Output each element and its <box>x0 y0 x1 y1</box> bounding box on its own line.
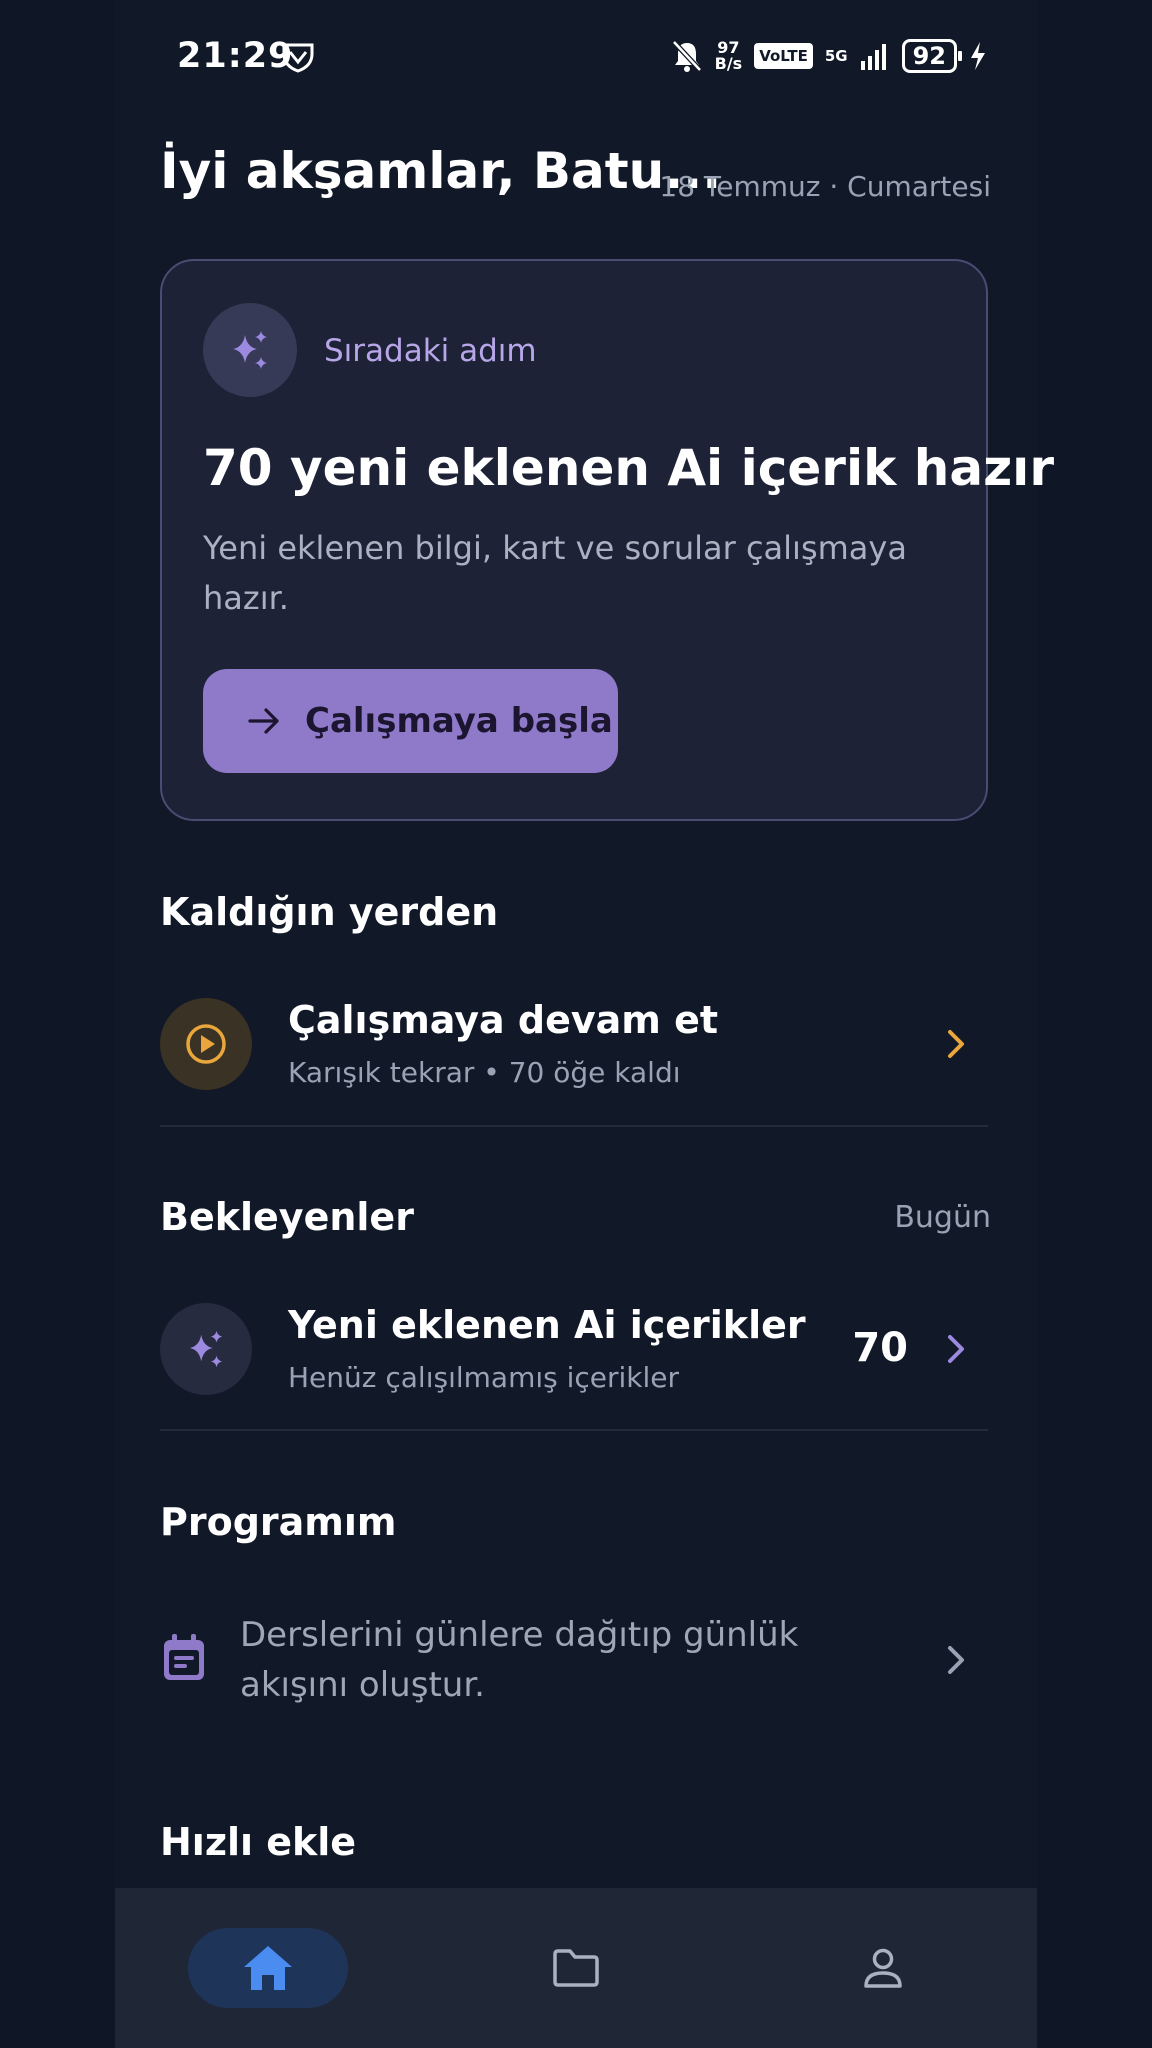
start-studying-button[interactable]: Çalışmaya başla <box>203 669 618 773</box>
resume-section-title: Kaldığın yerden <box>160 890 499 934</box>
pending-count: 70 <box>852 1325 908 1371</box>
pending-section-title: Bekleyenler <box>160 1195 414 1239</box>
divider <box>160 1125 988 1127</box>
sparkle-icon <box>203 303 297 397</box>
status-time: 21:29 <box>177 36 294 76</box>
volte-badge: VoLTE <box>754 43 813 69</box>
new-ai-content-row[interactable]: Yeni eklenen Ai içerikler Henüz çalışılm… <box>160 1303 988 1395</box>
battery-indicator: 92 <box>901 39 963 73</box>
pending-date-label: Bugün <box>894 1200 991 1235</box>
continue-studying-row[interactable]: Çalışmaya devam et Karışık tekrar • 70 ö… <box>160 998 988 1090</box>
folder-icon <box>553 1949 599 1987</box>
network-type: 5G <box>824 47 848 65</box>
program-setup-row[interactable]: Derslerini günlere dağıtıp günlük akışın… <box>160 1610 988 1720</box>
net-speed: 97 B/s <box>714 38 743 73</box>
card-description: Yeni eklenen bilgi, kart ve sorular çalı… <box>203 529 907 617</box>
quick-add-section-title: Hızlı ekle <box>160 1820 357 1864</box>
status-bar: 21:29 97 B/s VoLTE 5G 92 <box>115 0 1037 115</box>
program-section-title: Programım <box>160 1500 397 1544</box>
continue-subtitle: Karışık tekrar • 70 öğe kaldı <box>288 1056 681 1089</box>
nav-folders[interactable] <box>496 1928 656 2008</box>
signal-icon <box>860 44 886 70</box>
greeting-title: İyi akşamlar, Batu... <box>160 142 722 200</box>
new-ai-content-subtitle: Henüz çalışılmamış içerikler <box>288 1361 680 1394</box>
vpn-icon <box>282 43 314 73</box>
start-studying-label: Çalışmaya başla <box>305 701 613 741</box>
arrow-right-icon <box>248 708 279 734</box>
new-ai-content-title: Yeni eklenen Ai içerikler <box>288 1303 806 1347</box>
next-step-card: Sıradaki adım 70 yeni eklenen Ai içerik … <box>160 259 1054 821</box>
mute-bell-icon <box>671 40 702 72</box>
chevron-right-icon <box>948 1030 964 1058</box>
charging-icon <box>971 42 985 70</box>
home-icon <box>244 1946 292 1990</box>
profile-icon <box>864 1948 902 1988</box>
date-label: 18 Temmuz · Cumartesi <box>659 170 991 203</box>
card-tag: Sıradaki adım <box>324 333 537 369</box>
sparkle-icon <box>160 1303 252 1395</box>
play-icon <box>160 998 252 1090</box>
continue-title: Çalışmaya devam et <box>288 998 719 1042</box>
chevron-right-icon <box>948 1646 964 1674</box>
divider <box>160 1429 988 1431</box>
bottom-navigation <box>115 1888 1037 2048</box>
program-setup-text: Derslerini günlere dağıtıp günlük akışın… <box>240 1615 799 1705</box>
card-title: 70 yeni eklenen Ai içerik hazır <box>203 439 1054 497</box>
app-screen: 21:29 97 B/s VoLTE 5G 92 İyi akşamlar, B… <box>115 0 1054 2048</box>
nav-home[interactable] <box>188 1928 348 2008</box>
nav-profile[interactable] <box>803 1928 963 2008</box>
chevron-right-icon <box>948 1335 964 1363</box>
calendar-icon <box>164 1634 204 1680</box>
